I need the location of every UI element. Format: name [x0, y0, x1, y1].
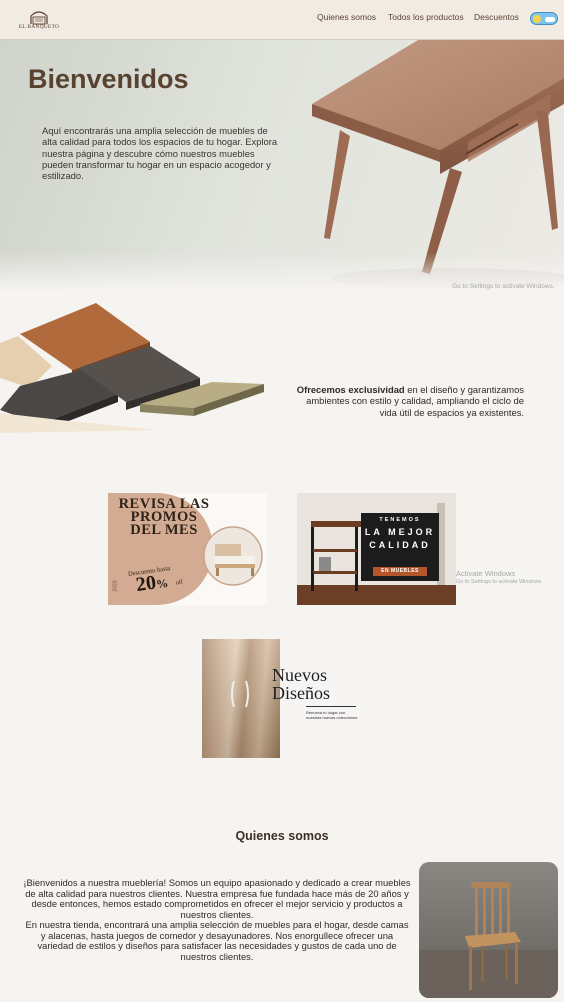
- quality-line3: EN MUEBLES: [373, 567, 427, 576]
- nav-link-todos-productos[interactable]: Todos los productos: [388, 12, 464, 22]
- exclusivity-bold: Ofrecemos exclusividad: [296, 384, 405, 395]
- promo-off: off: [175, 579, 184, 587]
- nav-link-descuentos[interactable]: Descuentos: [474, 12, 519, 22]
- sun-icon: [533, 15, 541, 23]
- new-designs-subtitle: Renueva tu hogar con nuestras nuevas col…: [306, 710, 358, 720]
- about-title: Quienes somos: [235, 829, 329, 843]
- about-text: ¡Bienvenidos a nuestra mueblería! Somos …: [23, 877, 411, 962]
- hero-description: Aquí encontrarás una amplia selección de…: [42, 125, 278, 182]
- promo-year: 2023: [112, 580, 119, 592]
- cloud-icon: [545, 17, 555, 22]
- hero-title: Bienvenidos: [28, 64, 189, 94]
- new-designs-title: Nuevos Diseños: [272, 665, 330, 703]
- door-handle-icon: [231, 680, 249, 708]
- theme-toggle[interactable]: [530, 12, 558, 25]
- bed-image: [203, 526, 263, 586]
- quality-line1: TENEMOS: [379, 517, 421, 523]
- logo-text: EL BANQUETO: [18, 24, 60, 30]
- activation-watermark-title: Activate Windows: [456, 569, 516, 578]
- chair-image: [419, 862, 558, 998]
- top-nav: EL BANQUETO Quienes somos Todos los prod…: [0, 0, 564, 40]
- nav-link-quienes-somos[interactable]: Quienes somos: [317, 12, 376, 22]
- new-designs-divider: [306, 706, 356, 707]
- exclusivity-text: Ofrecemos exclusividad en el diseño y ga…: [290, 384, 524, 418]
- promo-card-calidad[interactable]: TENEMOS LA MEJOR CALIDAD EN MUEBLES: [297, 493, 456, 605]
- promo-card-nuevos-disenos[interactable]: Nuevos Diseños Renueva tu hogar con nues…: [202, 639, 361, 758]
- wood-samples-image: [0, 303, 264, 433]
- promo-percent: 20%: [135, 570, 170, 597]
- activation-watermark-sub: Go to Settings to activate Windows.: [456, 579, 543, 585]
- activation-watermark: Go to Settings to activate Windows.: [452, 283, 555, 290]
- promo-percent-sign: %: [155, 575, 170, 592]
- promo-percent-value: 20: [134, 571, 158, 597]
- chair-icon: [419, 882, 558, 998]
- quality-line2: LA MEJOR CALIDAD: [364, 527, 436, 550]
- hero-section: Bienvenidos Aquí encontrarás una amplia …: [0, 40, 564, 292]
- promo-card-promos[interactable]: REVISA LAS PROMOS DEL MES Descuento hast…: [108, 493, 267, 605]
